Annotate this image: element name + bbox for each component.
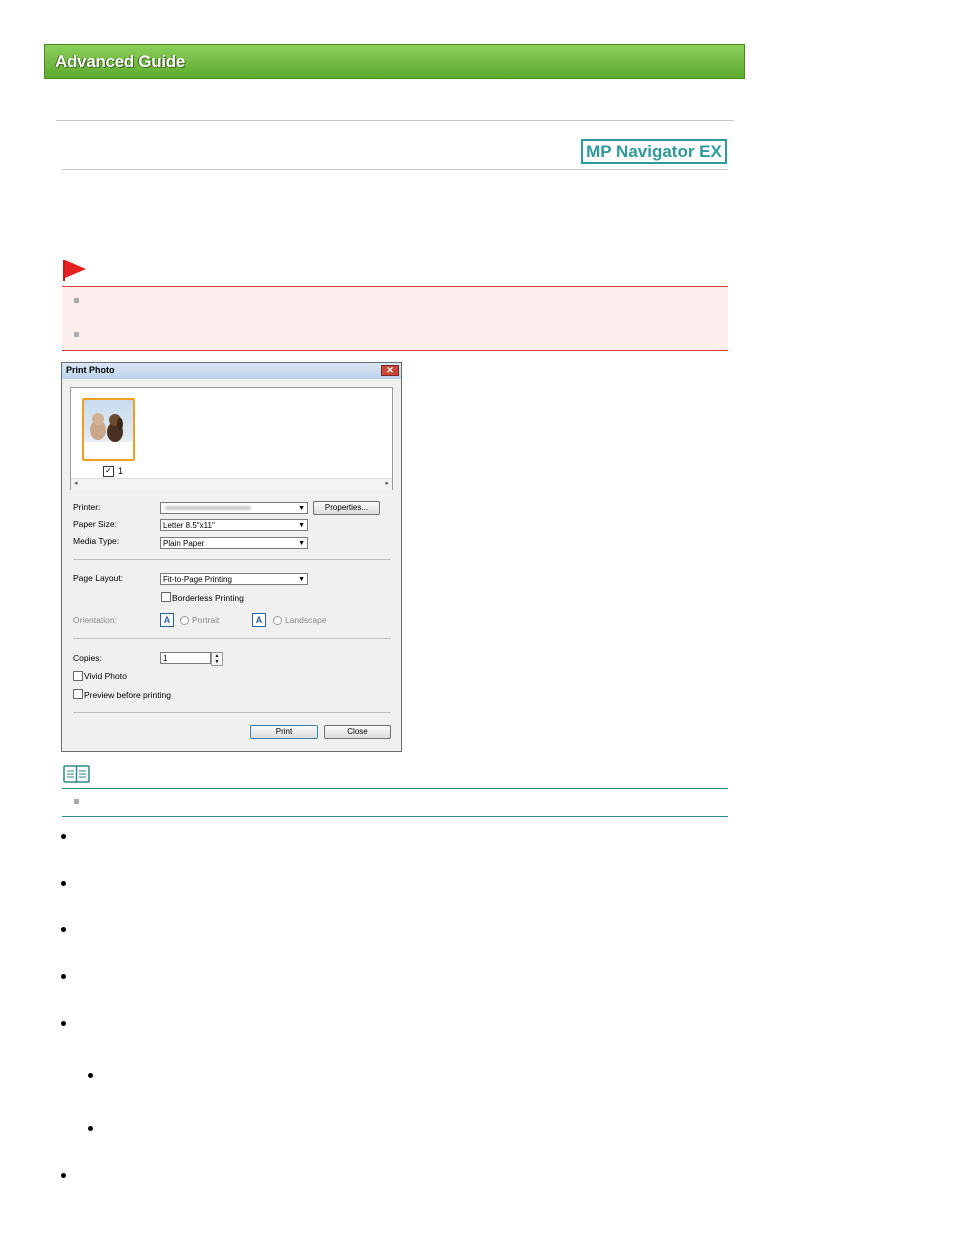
note-bullet — [74, 799, 79, 804]
list-bullet — [61, 1021, 66, 1026]
media-type-select[interactable]: Plain Paper ▼ — [160, 537, 308, 549]
copies-label: Copies: — [73, 653, 102, 663]
list-bullet — [61, 974, 66, 979]
sub-list-bullet — [88, 1073, 93, 1078]
note-top-line — [62, 788, 728, 789]
divider-title — [62, 169, 728, 170]
copies-input[interactable]: 1 — [160, 652, 211, 664]
paper-size-select[interactable]: Letter 8.5"x11" ▼ — [160, 519, 308, 531]
thumbnail-scrollbar[interactable]: ◂ ▸ — [71, 478, 392, 490]
dialog-divider — [73, 559, 391, 560]
vivid-photo-checkbox[interactable] — [73, 671, 83, 681]
badge-label: MP Navigator EX — [586, 142, 722, 161]
copies-spinner[interactable]: ▲ ▼ — [211, 652, 223, 666]
banner-title: Advanced Guide — [55, 52, 185, 71]
note-icon — [63, 765, 90, 783]
paper-size-value: Letter 8.5"x11" — [163, 521, 215, 530]
important-bullet — [74, 298, 79, 303]
portrait-label: Portrait — [192, 615, 220, 625]
printer-label: Printer: — [73, 502, 101, 512]
flag-icon — [63, 260, 86, 281]
photo-thumbnail[interactable] — [82, 398, 135, 461]
dialog-divider — [73, 712, 391, 713]
portrait-radio[interactable] — [180, 616, 189, 625]
list-bullet — [61, 927, 66, 932]
page-layout-select[interactable]: Fit-to-Page Printing ▼ — [160, 573, 308, 585]
important-box — [62, 286, 728, 351]
landscape-radio[interactable] — [273, 616, 282, 625]
vivid-photo-label: Vivid Photo — [84, 671, 127, 681]
advanced-guide-banner: Advanced Guide — [44, 44, 745, 79]
properties-button[interactable]: Properties... — [313, 501, 380, 515]
paper-size-label: Paper Size: — [73, 519, 117, 529]
printer-select[interactable]: ▼ — [160, 502, 308, 514]
orientation-label: Orientation: — [73, 615, 117, 625]
print-photo-dialog: Print Photo ✕ ✓ 1 ◂ ▸ Printer: ▼ Propert… — [61, 362, 402, 752]
dialog-titlebar: Print Photo ✕ — [62, 363, 401, 379]
landscape-label: Landscape — [285, 615, 327, 625]
print-button[interactable]: Print — [250, 725, 318, 739]
important-bullet — [74, 332, 79, 337]
mp-navigator-badge: MP Navigator EX — [581, 139, 727, 164]
preview-checkbox[interactable] — [73, 689, 83, 699]
photo-image — [84, 413, 133, 459]
close-button[interactable]: Close — [324, 725, 391, 739]
close-icon[interactable]: ✕ — [381, 365, 399, 376]
divider-top — [56, 120, 734, 121]
landscape-icon: A — [252, 613, 266, 627]
portrait-icon: A — [160, 613, 174, 627]
scroll-right-icon[interactable]: ▸ — [385, 479, 389, 487]
page-layout-label: Page Layout: — [73, 573, 124, 583]
borderless-label: Borderless Printing — [172, 593, 244, 603]
sub-list-bullet — [88, 1126, 93, 1131]
note-bottom-line — [62, 816, 728, 817]
media-type-label: Media Type: — [73, 536, 120, 546]
copies-value: 1 — [163, 654, 168, 663]
thumbnail-index: 1 — [118, 466, 124, 476]
media-type-value: Plain Paper — [163, 539, 205, 548]
borderless-checkbox[interactable] — [161, 592, 171, 602]
list-bullet — [61, 881, 66, 886]
printer-name-blurred — [165, 506, 251, 510]
thumbnail-checkbox[interactable]: ✓ — [103, 466, 114, 477]
dialog-divider — [73, 638, 391, 639]
scroll-left-icon[interactable]: ◂ — [74, 479, 78, 487]
preview-label: Preview before printing — [84, 690, 171, 700]
page-layout-value: Fit-to-Page Printing — [163, 575, 232, 584]
thumbnail-area: ✓ 1 ◂ ▸ — [70, 387, 393, 490]
list-bullet — [61, 1173, 66, 1178]
dialog-title: Print Photo — [66, 365, 115, 375]
list-bullet — [61, 834, 66, 839]
